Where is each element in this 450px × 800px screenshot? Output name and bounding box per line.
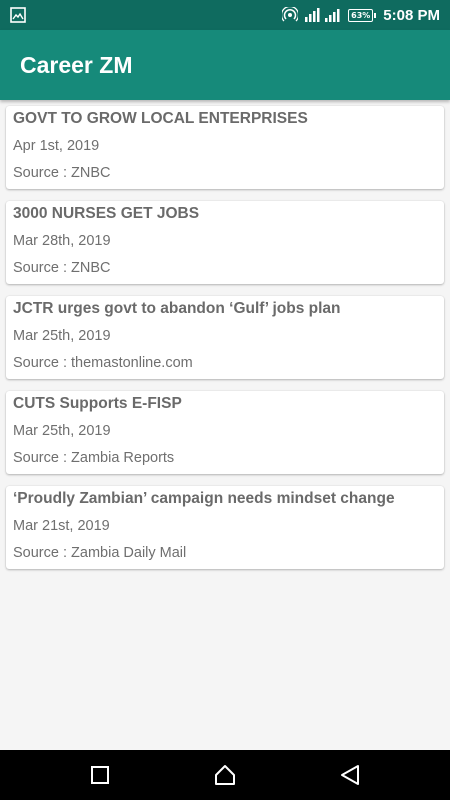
hotspot-icon [282,7,299,22]
battery-icon: 63% [348,8,377,22]
news-date: Mar 25th, 2019 [13,328,111,344]
news-title: 3000 NURSES GET JOBS [13,205,200,222]
status-bar: 63% 5:08 PM [0,0,450,30]
news-item[interactable]: 3000 NURSES GET JOBS Mar 28th, 2019 Sour… [6,201,444,284]
news-title: ‘Proudly Zambian’ campaign needs mindset… [13,490,395,507]
app-bar: Career ZM [0,30,450,100]
signal-icon [305,8,340,22]
news-date: Mar 21st, 2019 [13,518,110,534]
news-title: GOVT TO GROW LOCAL ENTERPRISES [13,110,308,127]
news-title: CUTS Supports E-FISP [13,395,182,412]
news-date: Mar 25th, 2019 [13,423,111,439]
recents-icon[interactable] [88,763,112,787]
news-title: JCTR urges govt to abandon ‘Gulf’ jobs p… [13,300,341,317]
news-date: Mar 28th, 2019 [13,233,111,249]
news-item[interactable]: CUTS Supports E-FISP Mar 25th, 2019 Sour… [6,391,444,474]
image-icon [10,7,26,23]
news-item[interactable]: JCTR urges govt to abandon ‘Gulf’ jobs p… [6,296,444,379]
news-source: Source : ZNBC [13,260,111,276]
app-title: Career ZM [20,52,133,78]
news-item[interactable]: GOVT TO GROW LOCAL ENTERPRISES Apr 1st, … [6,106,444,189]
navigation-bar [0,750,450,800]
news-source: Source : themastonline.com [13,355,193,371]
back-icon[interactable] [338,763,362,787]
news-source: Source : Zambia Daily Mail [13,545,187,561]
news-source: Source : ZNBC [13,165,111,181]
news-source: Source : Zambia Reports [13,450,175,466]
home-icon[interactable] [213,763,237,787]
news-item[interactable]: ‘Proudly Zambian’ campaign needs mindset… [6,486,444,569]
news-date: Apr 1st, 2019 [13,138,100,154]
news-list: GOVT TO GROW LOCAL ENTERPRISES Apr 1st, … [6,106,444,581]
status-time: 5:08 PM [383,6,440,24]
